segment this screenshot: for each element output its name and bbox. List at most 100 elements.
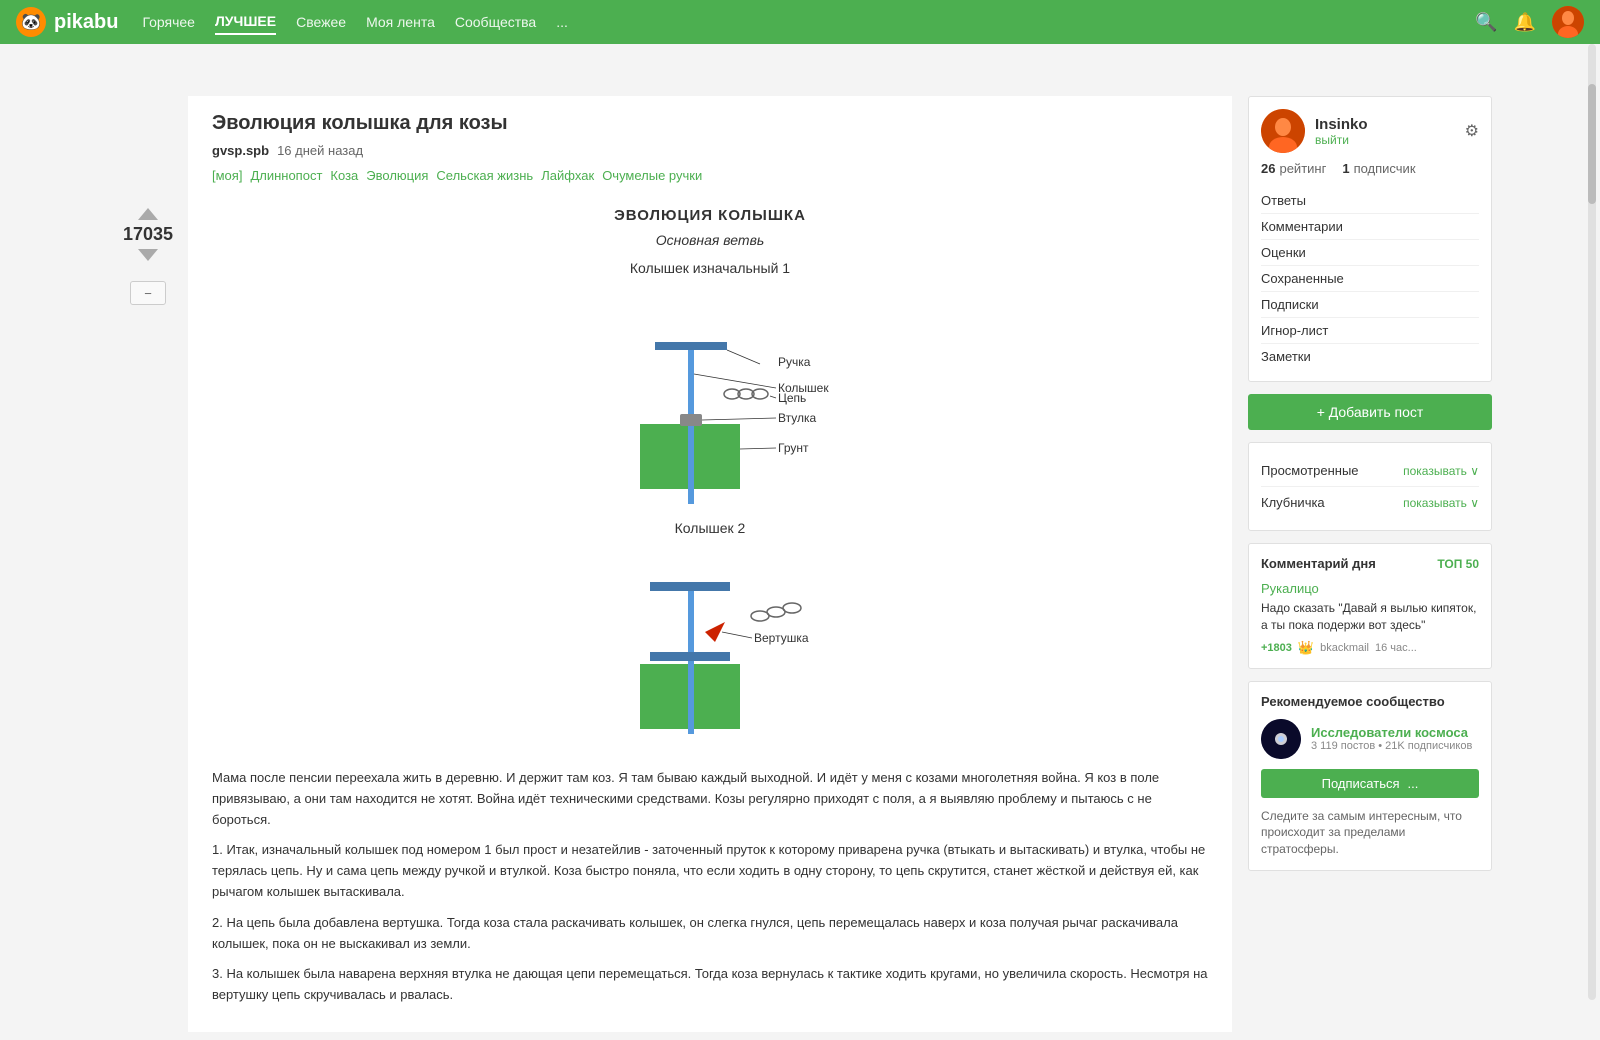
kolushek2-label: Колышек 2 [220, 520, 1200, 536]
post-meta: gvsp.spb 16 дней назад [212, 143, 1208, 158]
diagram-svg2-wrap: Вертушка [220, 544, 1200, 744]
tag-moy[interactable]: [моя] [212, 168, 242, 183]
logo-icon: 🐼 [16, 7, 46, 37]
main-nav: Горячее ЛУЧШЕЕ Свежее Моя лента Сообщест… [142, 9, 567, 35]
rec-desc: Следите за самым интересным, что происхо… [1261, 808, 1479, 858]
downvote-button[interactable] [138, 249, 158, 261]
nav-moya-lenta[interactable]: Моя лента [366, 10, 435, 34]
sidebar-avatar[interactable] [1261, 109, 1305, 153]
logo-text: pikabu [54, 11, 118, 34]
tag-laifkhak[interactable]: Лайфхак [541, 168, 594, 183]
tag-ochumelye[interactable]: Очумелые ручки [602, 168, 702, 183]
page-wrapper: 17035 − Эволюция колышка для козы gvsp.s… [100, 88, 1500, 1040]
comment-meta: +1803 👑 bkackmail 16 час... [1261, 640, 1479, 656]
nav-luchshee[interactable]: ЛУЧШЕЕ [215, 9, 276, 35]
viewed-row: Просмотренные показывать ∨ [1261, 455, 1479, 487]
post-title: Эволюция колышка для козы [212, 112, 1208, 135]
svg-text:Цепь: Цепь [778, 391, 806, 405]
logout-link[interactable]: выйти [1315, 133, 1368, 147]
comment-of-day-card: Комментарий дня ТОП 50 Рукалицо Надо ска… [1248, 543, 1492, 669]
sidebar-item-answers[interactable]: Ответы [1261, 188, 1479, 214]
user-info: Insinko выйти [1315, 116, 1368, 147]
klubnichka-row: Клубничка показывать ∨ [1261, 487, 1479, 518]
username[interactable]: Insinko [1315, 116, 1368, 133]
rating-stat: 26 рейтинг [1261, 161, 1326, 176]
comment-author[interactable]: Рукалицо [1261, 581, 1479, 596]
top50-link[interactable]: ТОП 50 [1437, 557, 1479, 571]
rec-community-name[interactable]: Исследователи космоса [1311, 725, 1472, 740]
nav-more[interactable]: ... [556, 10, 568, 34]
logo[interactable]: 🐼 pikabu [16, 7, 118, 37]
post-text-1: Мама после пенсии переехала жить в дерев… [212, 768, 1208, 830]
branch-title: Основная ветвь [220, 232, 1200, 248]
rec-community: Исследователи космоса 3 119 постов • 21K… [1261, 719, 1479, 759]
subscribers-stat: 1 подписчик [1342, 161, 1415, 176]
user-avatar-header[interactable] [1552, 6, 1584, 38]
scrollbar-thumb[interactable] [1588, 84, 1596, 204]
settings-icon[interactable]: ⚙ [1465, 121, 1479, 141]
sidebar: Insinko выйти ⚙ 26 рейтинг 1 подписчик О… [1232, 88, 1492, 1040]
comment-day-title: Комментарий дня [1261, 556, 1376, 571]
user-stats: 26 рейтинг 1 подписчик [1261, 161, 1479, 176]
recommended-card: Рекомендуемое сообщество Исследователи к… [1248, 681, 1492, 871]
viewed-show-link[interactable]: показывать ∨ [1403, 464, 1479, 478]
post-tags: [моя] Длиннопост Коза Эволюция Сельская … [212, 168, 1208, 183]
rating-label: рейтинг [1279, 161, 1326, 176]
tag-selskaya[interactable]: Сельская жизнь [436, 168, 533, 183]
klubnichka-show-link[interactable]: показывать ∨ [1403, 496, 1479, 510]
diagram-svg1-wrap: Ручка Колышек Цепь Втулка Грунт [220, 284, 1200, 504]
vote-column: 17035 − [108, 88, 188, 1040]
post-text-3: 2. На цепь была добавлена вертушка. Тогд… [212, 913, 1208, 955]
svg-text:Грунт: Грунт [778, 441, 809, 455]
crown-icon: 👑 [1298, 640, 1314, 656]
comment-text: Надо сказать "Давай я вылью кипяток, а т… [1261, 600, 1479, 634]
tag-dlinnopst[interactable]: Длиннопост [250, 168, 322, 183]
search-icon[interactable]: 🔍 [1475, 12, 1497, 33]
diagram-svg1: Ручка Колышек Цепь Втулка Грунт [560, 284, 860, 504]
comment-user[interactable]: bkackmail [1320, 642, 1369, 654]
sidebar-item-subscriptions[interactable]: Подписки [1261, 292, 1479, 318]
header: 🐼 pikabu Горячее ЛУЧШЕЕ Свежее Моя лента… [0, 0, 1600, 44]
diagram: ЭВОЛЮЦИЯ КОЛЫШКА Основная ветвь Колышек … [212, 199, 1208, 752]
comment-day-header: Комментарий дня ТОП 50 [1261, 556, 1479, 571]
user-header: Insinko выйти ⚙ [1261, 109, 1479, 153]
scrollbar[interactable] [1588, 44, 1596, 1000]
user-card: Insinko выйти ⚙ 26 рейтинг 1 подписчик О… [1248, 96, 1492, 382]
post-time: 16 дней назад [277, 143, 363, 158]
sidebar-item-ignore[interactable]: Игнор-лист [1261, 318, 1479, 344]
subscribers-label: подписчик [1354, 161, 1416, 176]
post-text-2: 1. Итак, изначальный колышек под номером… [212, 840, 1208, 902]
save-button[interactable]: − [130, 281, 166, 305]
viewed-label: Просмотренные [1261, 463, 1359, 478]
subscribe-more[interactable]: ... [1408, 776, 1419, 791]
comment-rating: +1803 [1261, 642, 1292, 654]
svg-text:Вертушка: Вертушка [754, 631, 809, 645]
svg-text:Ручка: Ручка [778, 355, 811, 369]
kolushek1-label: Колышек изначальный 1 [220, 260, 1200, 276]
upvote-button[interactable] [138, 208, 158, 220]
nav-goryachee[interactable]: Горячее [142, 10, 195, 34]
tag-koza[interactable]: Коза [330, 168, 358, 183]
sidebar-item-comments[interactable]: Комментарии [1261, 214, 1479, 240]
add-post-button[interactable]: + Добавить пост [1248, 394, 1492, 430]
sidebar-item-saved[interactable]: Сохраненные [1261, 266, 1479, 292]
rating-count: 26 [1261, 161, 1275, 176]
post-author[interactable]: gvsp.spb [212, 143, 269, 158]
tag-evolyutsiya[interactable]: Эволюция [366, 168, 428, 183]
diagram-svg2: Вертушка [560, 544, 860, 744]
subscribe-label: Подписаться [1322, 776, 1400, 791]
rec-community-avatar [1261, 719, 1301, 759]
klubnichka-label: Клубничка [1261, 495, 1325, 510]
svg-text:Втулка: Втулка [778, 411, 816, 425]
rec-title: Рекомендуемое сообщество [1261, 694, 1479, 709]
main-content: Эволюция колышка для козы gvsp.spb 16 дн… [188, 96, 1232, 1032]
header-right: 🔍 🔔 [1475, 6, 1584, 38]
subscribers-count: 1 [1342, 161, 1349, 176]
sidebar-item-notes[interactable]: Заметки [1261, 344, 1479, 369]
sidebar-item-ratings[interactable]: Оценки [1261, 240, 1479, 266]
nav-soobshhestva[interactable]: Сообщества [455, 10, 536, 34]
bell-icon[interactable]: 🔔 [1514, 12, 1536, 33]
nav-svezhee[interactable]: Свежее [296, 10, 346, 34]
sidebar-nav: Ответы Комментарии Оценки Сохраненные По… [1261, 188, 1479, 369]
subscribe-button[interactable]: Подписаться ... [1261, 769, 1479, 798]
